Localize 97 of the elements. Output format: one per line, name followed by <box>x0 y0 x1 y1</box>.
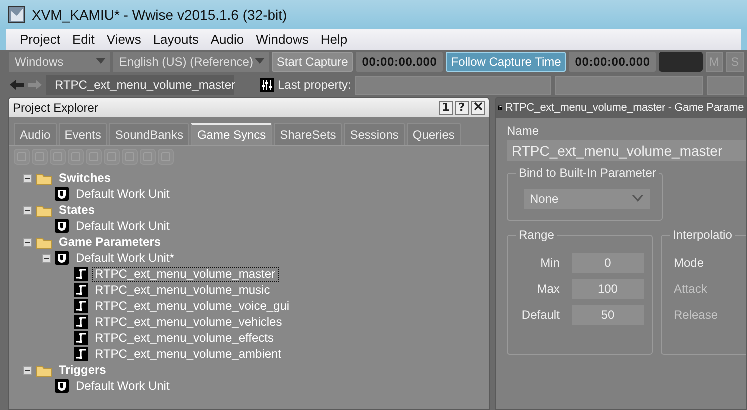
folder-icon <box>36 364 52 376</box>
parameter-icon <box>74 267 88 281</box>
parameter-icon <box>74 347 88 361</box>
explorer-tab[interactable]: Game Syncs <box>191 123 272 145</box>
tree-item[interactable]: RTPC_ext_menu_volume_music <box>92 282 274 298</box>
tree-item[interactable]: RTPC_ext_menu_volume_master <box>92 266 279 282</box>
window-title: XVM_KAMIU* - Wwise v2015.1.6 (32-bit) <box>32 6 288 22</box>
tree-item[interactable]: Default Work Unit <box>73 378 173 394</box>
collapse-icon[interactable] <box>42 254 51 262</box>
menu-item[interactable]: Help <box>314 32 354 47</box>
platform-dropdown[interactable]: Windows <box>9 52 110 72</box>
explorer-tab[interactable]: Queries <box>406 123 461 145</box>
toolbar-icon[interactable] <box>122 149 138 165</box>
capture-time: 00:00:00.000 <box>356 52 444 72</box>
tree-item[interactable]: Switches <box>56 170 114 186</box>
tree-item[interactable]: RTPC_ext_menu_volume_voice_gui <box>92 298 293 314</box>
start-capture-button[interactable]: Start Capture <box>272 52 354 72</box>
collapse-icon[interactable] <box>23 206 32 214</box>
back-arrow-icon[interactable] <box>10 79 24 91</box>
panel-header-button[interactable]: 1 <box>439 100 453 114</box>
parameter-icon <box>74 331 88 345</box>
close-icon <box>474 102 482 110</box>
explorer-tab[interactable]: Events <box>58 123 108 145</box>
parameter-dropdown[interactable]: None <box>524 189 650 209</box>
tree-item[interactable]: RTPC_ext_menu_volume_vehicles <box>92 314 286 330</box>
tree-item[interactable]: States <box>56 202 98 218</box>
parameter-icon <box>74 283 88 297</box>
meter-display <box>659 52 703 72</box>
toolbar-icon[interactable] <box>140 149 156 165</box>
toolbar-icon[interactable] <box>86 149 102 165</box>
folder-icon <box>36 172 52 184</box>
field-label: Mode <box>673 255 706 272</box>
follow-time: 00:00:00.000 <box>569 52 656 72</box>
follow-capture-button[interactable]: Follow Capture Time <box>446 52 566 72</box>
explorer-tab[interactable]: ShareSets <box>274 123 342 145</box>
tree-item[interactable]: Triggers <box>56 362 110 378</box>
toolbar-icon[interactable] <box>50 149 66 165</box>
panel-header-button[interactable]: ? <box>455 100 469 114</box>
current-object-field[interactable]: RTPC_ext_menu_volume_master <box>46 75 234 95</box>
field-label: Max <box>536 282 560 296</box>
tree-item[interactable]: Default Work Unit* <box>73 250 178 266</box>
language-dropdown[interactable]: English (US) (Reference) <box>113 52 269 72</box>
last-property-label: Last property: <box>278 78 352 92</box>
collapse-icon[interactable] <box>23 366 32 374</box>
menu-item[interactable]: Audio <box>204 32 250 47</box>
field-label: Attack <box>673 281 708 298</box>
toolbar-icon[interactable] <box>158 149 174 165</box>
shield-icon <box>55 219 69 233</box>
menu-item[interactable]: Windows <box>250 32 315 47</box>
menu-item[interactable]: Views <box>100 32 148 47</box>
field-label: Min <box>540 256 560 270</box>
number-field[interactable]: 100 <box>572 279 644 299</box>
tree-item[interactable]: Default Work Unit <box>73 186 173 202</box>
shield-icon <box>55 379 69 393</box>
explorer-tab[interactable]: SoundBanks <box>109 123 190 145</box>
sliders-icon <box>260 78 274 92</box>
panel-title: Project Explorer <box>13 100 100 114</box>
toolbar-icon[interactable] <box>104 149 120 165</box>
folder-icon <box>36 236 52 248</box>
collapse-icon[interactable] <box>23 238 32 246</box>
property-value-field[interactable] <box>707 76 744 94</box>
parameter-icon <box>74 299 88 313</box>
toolbar-icon[interactable] <box>68 149 84 165</box>
dropdown-caret-icon <box>254 58 265 65</box>
app-icon <box>8 6 26 24</box>
last-property-value-field[interactable] <box>555 76 704 94</box>
parameter-icon <box>74 315 88 329</box>
menu-item[interactable]: Layouts <box>147 32 205 47</box>
field-label: Default <box>520 308 560 322</box>
tree-item[interactable]: Game Parameters <box>56 234 164 250</box>
tree-item[interactable]: Default Work Unit <box>73 218 173 234</box>
last-property-field[interactable] <box>355 76 552 94</box>
group-title: Range <box>516 228 558 242</box>
shield-icon <box>55 251 69 265</box>
explorer-tab[interactable]: Audio <box>14 123 57 145</box>
folder-icon <box>36 204 52 216</box>
group-title: Interpolatio <box>670 228 736 242</box>
number-field[interactable]: 50 <box>572 305 644 325</box>
tree-item[interactable]: RTPC_ext_menu_volume_effects <box>92 330 277 346</box>
name-label: Name <box>507 124 540 138</box>
forward-arrow-icon[interactable] <box>28 79 42 91</box>
menu-item[interactable]: Project <box>14 32 66 47</box>
toolbar-icon[interactable] <box>14 149 30 165</box>
group-title: Bind to Built-In Parameter <box>516 166 660 180</box>
dropdown-caret-icon <box>632 195 644 203</box>
collapse-icon[interactable] <box>23 174 32 182</box>
number-field[interactable]: 0 <box>572 253 644 273</box>
name-field[interactable]: RTPC_ext_menu_volume_master <box>507 140 746 161</box>
dropdown-caret-icon <box>96 58 106 65</box>
field-label: Release <box>673 307 720 324</box>
explorer-tab[interactable]: Sessions <box>344 123 405 145</box>
close-button[interactable] <box>471 100 485 114</box>
shield-icon <box>55 187 69 201</box>
editor-title: RTPC_ext_menu_volume_master - Game Parame <box>505 102 744 114</box>
tree-item[interactable]: RTPC_ext_menu_volume_ambient <box>92 346 285 362</box>
toolbar-icon[interactable] <box>32 149 48 165</box>
menu-item[interactable]: Edit <box>66 32 101 47</box>
